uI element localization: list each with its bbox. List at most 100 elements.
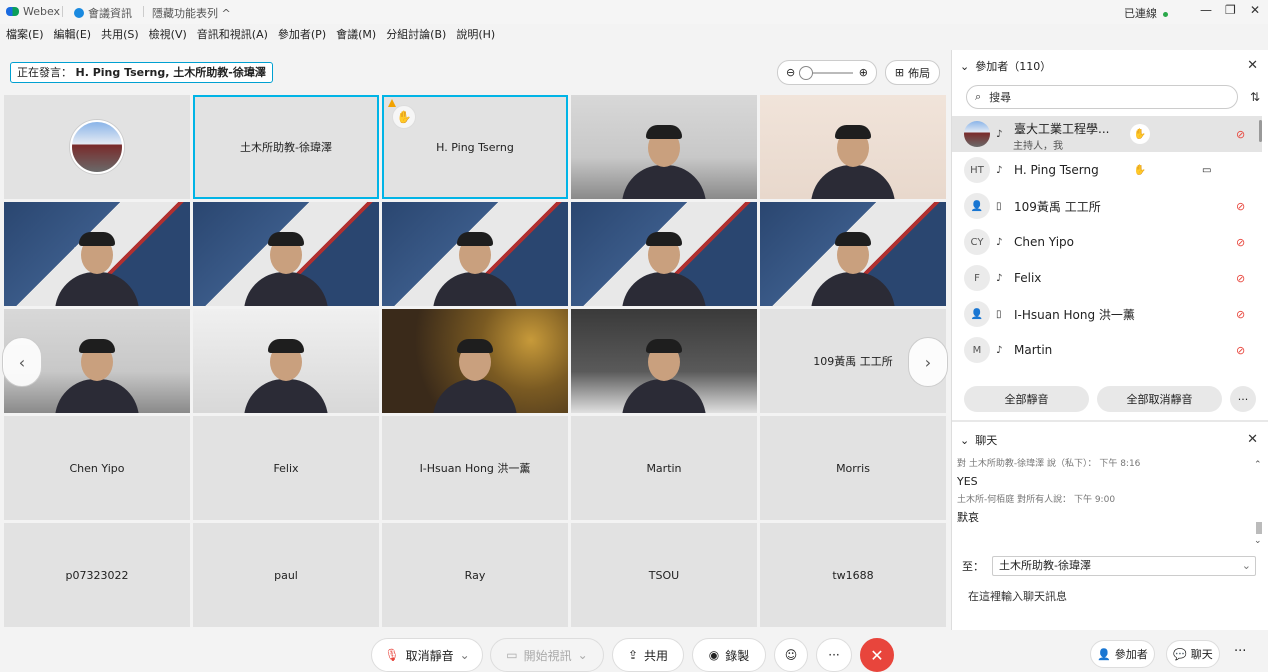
mic-muted-icon[interactable]: ⊘ xyxy=(1236,344,1245,357)
close-icon: ✕ xyxy=(870,645,884,665)
start-video-button[interactable]: ▭ 開始視訊 ⌄ xyxy=(490,638,604,672)
participant-row[interactable]: M ♪ Martin ⊘ xyxy=(952,332,1262,368)
participant-row[interactable]: HT ♪ H. Ping Tserng ✋ ▭ xyxy=(952,152,1262,188)
search-icon: ⌕ xyxy=(975,90,982,103)
video-tile[interactable]: Felix xyxy=(193,416,379,520)
participants-header[interactable]: ⌄ 參加者（110） xyxy=(960,58,1051,74)
participant-row[interactable]: CY ♪ Chen Yipo ⊘ xyxy=(952,224,1262,260)
chat-header[interactable]: ⌄ 聊天 xyxy=(960,432,997,448)
menu-participants[interactable]: 參加者(P) xyxy=(278,26,326,46)
mute-all-button[interactable]: 全部靜音 xyxy=(964,386,1089,412)
layout-button[interactable]: ⊞ 佈局 xyxy=(885,60,940,85)
reactions-button[interactable]: ☺ xyxy=(774,638,808,672)
search-placeholder: 搜尋 xyxy=(989,91,1012,104)
video-tile[interactable] xyxy=(193,202,379,306)
video-tile[interactable]: TSOU xyxy=(571,523,757,627)
avatar: 👤 xyxy=(964,301,990,327)
avatar: F xyxy=(964,265,990,291)
video-tile[interactable]: tw1688 xyxy=(760,523,946,627)
video-tile[interactable] xyxy=(571,95,757,199)
menu-breakout[interactable]: 分組討論(B) xyxy=(386,26,446,46)
unmute-all-button[interactable]: 全部取消靜音 xyxy=(1097,386,1222,412)
mic-muted-icon[interactable]: ⊘ xyxy=(1236,272,1245,285)
chat-scrollbar[interactable]: ⌃ ⌄ xyxy=(1254,460,1264,548)
hide-menu-bar-button[interactable]: 隱藏功能表列 ^ xyxy=(152,5,231,21)
chat-recipient-select[interactable]: 土木所助教-徐瑋澤 ⌄ xyxy=(992,556,1256,576)
chat-message-input[interactable]: 在這裡輸入聊天訊息 xyxy=(968,588,1067,604)
video-tile[interactable]: Martin xyxy=(571,416,757,520)
video-tile[interactable]: Ray xyxy=(382,523,568,627)
video-tile[interactable]: Morris xyxy=(760,416,946,520)
video-tile-name: 109黃禹 工工所 xyxy=(813,355,893,368)
mic-muted-icon[interactable]: ⊘ xyxy=(1236,200,1245,213)
close-window-icon[interactable]: ✕ xyxy=(1250,3,1260,17)
share-button[interactable]: ⇪ 共用 xyxy=(612,638,684,672)
menu-help[interactable]: 說明(H) xyxy=(456,26,495,46)
menu-edit[interactable]: 編輯(E) xyxy=(54,26,92,46)
video-tile[interactable] xyxy=(382,309,568,413)
video-tile[interactable] xyxy=(382,202,568,306)
menu-meeting[interactable]: 會議(M) xyxy=(336,26,376,46)
close-participants-icon[interactable]: ✕ xyxy=(1247,58,1258,73)
more-options-icon[interactable]: ··· xyxy=(1234,644,1246,659)
video-tile[interactable]: I-Hsuan Hong 洪一薰 xyxy=(382,416,568,520)
sort-icon[interactable]: ⇅ xyxy=(1250,90,1260,104)
zoom-in-icon[interactable]: ⊕ xyxy=(859,66,868,79)
zoom-out-icon[interactable]: ⊖ xyxy=(786,66,795,79)
record-label: 錄製 xyxy=(725,648,750,663)
more-options-icon[interactable]: ··· xyxy=(1230,386,1256,412)
video-tile[interactable] xyxy=(571,309,757,413)
participant-row[interactable]: 👤 ▯ I-Hsuan Hong 洪一薰 ⊘ xyxy=(952,296,1262,332)
video-tile[interactable] xyxy=(760,95,946,199)
video-tile[interactable] xyxy=(760,202,946,306)
zoom-slider-thumb[interactable] xyxy=(799,65,814,80)
menu-view[interactable]: 檢視(V) xyxy=(149,26,187,46)
unmute-button[interactable]: 🎙 取消靜音 ⌄ xyxy=(371,638,483,672)
leave-meeting-button[interactable]: ✕ xyxy=(860,638,894,672)
restore-icon[interactable]: ❐ xyxy=(1225,3,1236,17)
participant-video xyxy=(811,125,895,199)
more-options-button[interactable]: ··· xyxy=(816,638,852,672)
video-camera-icon: ▭ xyxy=(1202,164,1212,176)
video-tile[interactable] xyxy=(4,95,190,199)
video-tile-name: I-Hsuan Hong 洪一薰 xyxy=(419,462,531,475)
next-page-icon[interactable]: › xyxy=(908,337,948,387)
chat-toggle-button[interactable]: 💬 聊天 xyxy=(1166,640,1220,668)
participant-list-scrollbar[interactable] xyxy=(1259,120,1262,142)
participant-video xyxy=(244,232,328,306)
scroll-up-icon[interactable]: ⌃ xyxy=(1254,460,1264,470)
meeting-info-button[interactable]: 會議資訊 xyxy=(74,5,132,21)
video-tile[interactable]: H. Ping Tserng ✋ xyxy=(382,95,568,199)
menu-audio-video[interactable]: 音訊和視訊(A) xyxy=(197,26,268,46)
zoom-slider[interactable] xyxy=(799,65,853,80)
video-tile-name: 土木所助教-徐瑋澤 xyxy=(240,141,332,154)
menu-file[interactable]: 檔案(E) xyxy=(6,26,44,46)
previous-page-icon[interactable]: ‹ xyxy=(2,337,42,387)
menu-bar: 檔案(E) 編輯(E) 共用(S) 檢視(V) 音訊和視訊(A) 參加者(P) … xyxy=(0,26,950,46)
video-tile[interactable] xyxy=(4,202,190,306)
participant-row[interactable]: 👤 ▯ 109黃禹 工工所 ⊘ xyxy=(952,188,1262,224)
video-tile[interactable]: Chen Yipo xyxy=(4,416,190,520)
video-tile[interactable] xyxy=(193,309,379,413)
chevron-down-icon[interactable]: ⌄ xyxy=(578,648,588,662)
record-button[interactable]: ◉ 錄製 xyxy=(692,638,766,672)
mic-muted-icon[interactable]: ⊘ xyxy=(1236,236,1245,249)
participant-video xyxy=(622,339,706,413)
mic-muted-icon[interactable]: ⊘ xyxy=(1236,308,1245,321)
participant-row[interactable]: F ♪ Felix ⊘ xyxy=(952,260,1262,296)
video-tile[interactable]: paul xyxy=(193,523,379,627)
menu-share[interactable]: 共用(S) xyxy=(101,26,139,46)
participant-row[interactable]: ♪ 臺大工業工程學... 主持人，我 ✋ ⊘ xyxy=(952,116,1262,152)
emoji-icon: ☺ xyxy=(784,648,798,662)
mic-muted-icon[interactable]: ⊘ xyxy=(1236,128,1245,141)
video-tile[interactable]: p07323022 xyxy=(4,523,190,627)
minimize-icon[interactable]: — xyxy=(1200,3,1212,17)
video-tile[interactable]: 土木所助教-徐瑋澤 xyxy=(193,95,379,199)
video-tile[interactable] xyxy=(571,202,757,306)
chevron-down-icon[interactable]: ⌄ xyxy=(460,648,470,662)
close-chat-icon[interactable]: ✕ xyxy=(1247,432,1258,447)
scroll-down-icon[interactable]: ⌄ xyxy=(1254,536,1262,546)
participant-search-input[interactable]: ⌕ 搜尋 xyxy=(966,85,1238,109)
participants-toggle-button[interactable]: 👤 參加者 xyxy=(1090,640,1155,668)
chat-scroll-thumb[interactable] xyxy=(1256,522,1262,534)
